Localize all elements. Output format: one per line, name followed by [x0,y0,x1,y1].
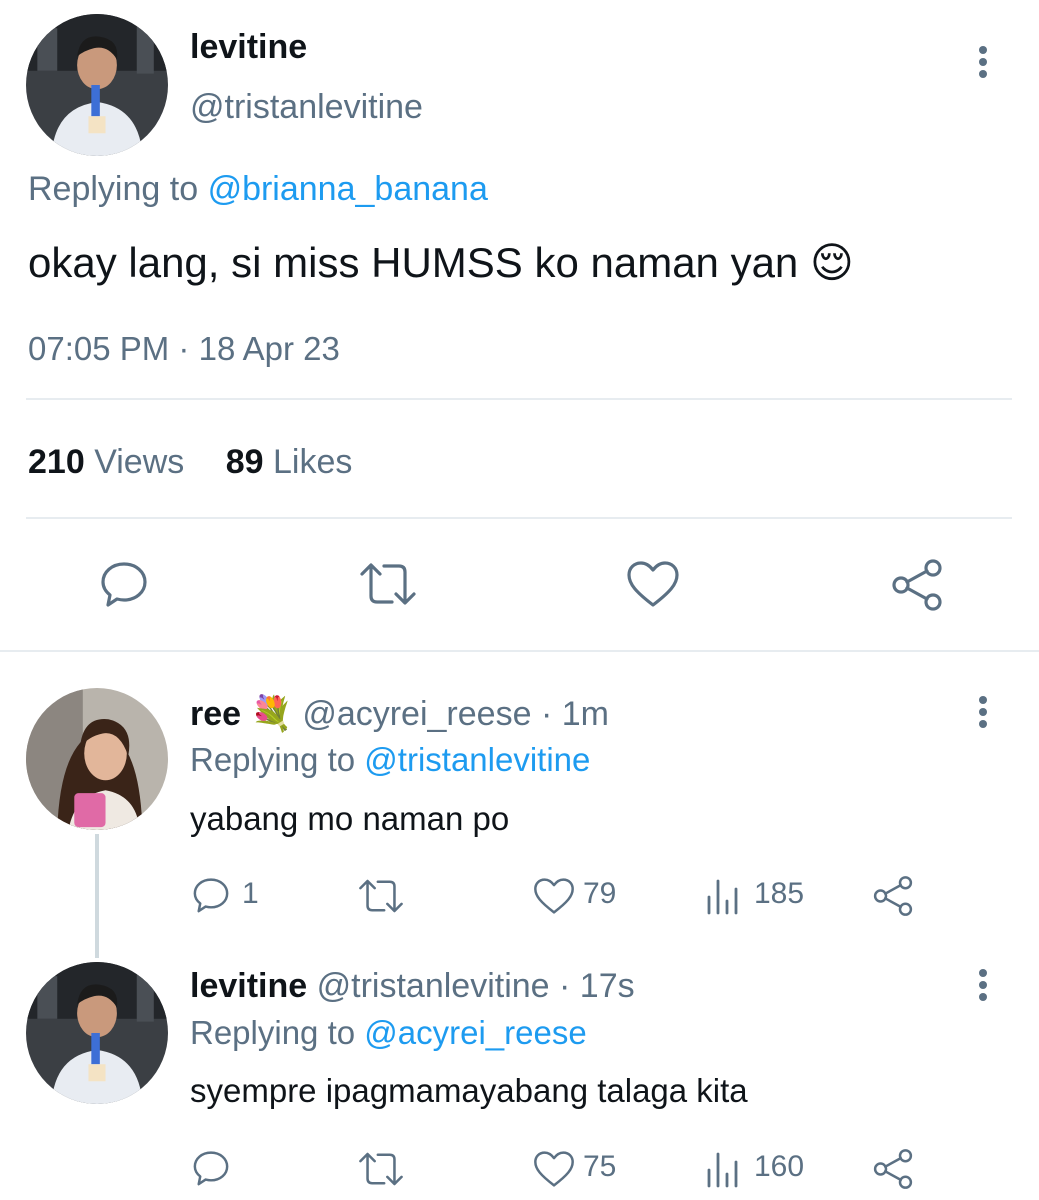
retweet-icon [359,879,403,913]
replying-to-handle[interactable]: @acyrei_reese [364,1014,586,1051]
avatar-photo [26,962,168,1104]
views-button[interactable] [705,1150,741,1188]
author-handle[interactable]: @tristanlevitine [190,88,423,127]
thread-line [95,834,99,958]
reply-button[interactable] [98,558,150,610]
more-icon [979,46,987,54]
like-button[interactable] [533,1150,575,1188]
retweet-button[interactable] [357,877,405,915]
likes-count: 89 [225,443,264,481]
divider-top [26,398,1012,400]
replying-to: Replying to @acyrei_reese [190,1014,587,1052]
view-count: 160 [754,1150,805,1183]
reply-text: yabang mo naman po [190,800,510,837]
retweet-icon [360,563,416,605]
author-avatar[interactable] [26,14,168,156]
views-count: 210 [28,443,85,481]
share-button[interactable] [890,558,944,612]
replying-to: Replying to @tristanlevitine [190,741,590,779]
reply-author-name[interactable]: levitine [190,967,307,1005]
replying-to-handle[interactable]: @tristanlevitine [364,741,590,778]
like-button[interactable] [533,877,575,915]
tweet-time: 07:05 PM [28,330,170,367]
separator-dot: · [559,967,571,1005]
share-icon [873,1149,913,1189]
reply-age[interactable]: 17s [580,967,635,1005]
replying-to-label: Replying to [28,170,199,208]
likes-stat[interactable]: 89 Likes [226,443,353,481]
share-button[interactable] [872,875,914,917]
like-icon [534,878,574,914]
reply-header: levitine @tristanlevitine · 17s [190,967,635,1006]
reply-icon [193,878,229,913]
views-label: Views [94,443,185,481]
reply-count: 1 [242,877,259,910]
views-stat[interactable]: 210 Views [28,443,184,481]
more-icon [979,969,987,977]
tweet-body: okay lang, si miss HUMSS ko naman yan [28,239,799,286]
share-icon [892,559,942,611]
reply-header: ree 💐 @acyrei_reese · 1m [190,694,609,734]
views-icon [707,879,738,915]
bouquet-emoji: 💐 [250,695,293,733]
reply-age[interactable]: 1m [562,695,609,733]
tweet-date: 18 Apr 23 [198,330,340,367]
replying-to-label: Replying to [190,741,356,778]
reply-author-name[interactable]: ree [190,695,241,733]
more-options-button[interactable] [975,692,991,732]
reply-avatar[interactable] [26,962,168,1104]
tweet-text: okay lang, si miss HUMSS ko naman yan 😌 [28,238,854,287]
share-icon [873,876,913,916]
likes-label: Likes [273,443,353,481]
replying-to-label: Replying to [190,1014,356,1051]
view-count: 185 [754,877,805,910]
divider-actions [0,650,1039,652]
divider-mid [26,517,1012,519]
retweet-button[interactable] [358,560,418,608]
separator-dot: · [540,695,553,733]
reply-text: syempre ipagmamayabang talaga kita [190,1072,748,1109]
like-icon [627,561,679,607]
reply-icon [193,1151,229,1186]
more-options-button[interactable] [975,965,991,1005]
reply-avatar[interactable] [26,688,168,830]
replying-to: Replying to @brianna_banana [28,170,488,209]
reply-author-handle[interactable]: @acyrei_reese [302,695,531,733]
views-button[interactable] [705,877,741,915]
author-name[interactable]: levitine [190,28,307,67]
avatar-photo [26,688,168,830]
replying-to-handle[interactable]: @brianna_banana [208,170,488,208]
views-icon [707,1152,738,1188]
retweet-button[interactable] [357,1150,405,1188]
tweet-stats: 210 Views 89 Likes [28,443,352,482]
more-options-button[interactable] [975,42,991,82]
share-button[interactable] [872,1148,914,1190]
like-count: 75 [583,1150,617,1183]
separator-dot: · [178,330,190,367]
like-icon [534,1151,574,1187]
tweet-timestamp[interactable]: 07:05 PM · 18 Apr 23 [28,330,340,368]
like-button[interactable] [626,560,680,608]
retweet-icon [359,1152,403,1186]
reply-icon [101,562,147,607]
reply-button[interactable] [191,1148,231,1188]
like-count: 79 [583,877,617,910]
avatar-photo [26,14,168,156]
reply-author-handle[interactable]: @tristanlevitine [317,967,550,1005]
reply-button[interactable] [191,875,231,915]
relieved-face-emoji: 😌 [809,239,854,286]
more-icon [979,696,987,704]
